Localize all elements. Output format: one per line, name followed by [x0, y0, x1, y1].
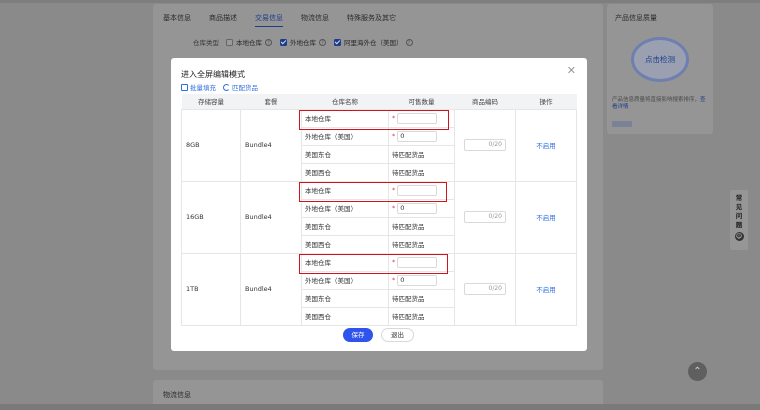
capacity-cell: 8GB: [181, 108, 241, 182]
bulk-fill-button[interactable]: 批量填充: [181, 82, 216, 92]
tab-basic-info[interactable]: 基本信息: [163, 13, 191, 27]
code-cell: 0/20: [454, 108, 516, 182]
disable-link[interactable]: 不启用: [536, 214, 556, 222]
col-action: 操作: [515, 94, 577, 110]
package-cell: Bundle4: [240, 252, 302, 326]
quantity-cell: 待匹配货品: [388, 144, 455, 164]
tab-trade-info[interactable]: 交易信息: [255, 13, 283, 27]
quantity-cell: 待匹配货品: [388, 288, 455, 308]
top-bar: [0, 0, 760, 3]
quantity-cell: 待匹配货品: [388, 234, 455, 254]
action-cell: 不启用: [515, 252, 577, 326]
quality-panel-desc: 产品信息质量将直接影响搜索排序，查看详情: [612, 97, 708, 111]
table-header-row: 存储容量 套餐 仓库名称 可售数量 商品编码 操作: [181, 94, 577, 110]
col-warehouse: 仓库名称: [301, 94, 389, 110]
close-icon[interactable]: ✕: [567, 64, 576, 77]
code-cell: 0/20: [454, 180, 516, 254]
quantity-input[interactable]: 0: [397, 274, 438, 286]
quantity-input[interactable]: 0: [397, 130, 438, 142]
detect-button[interactable]: 点击检测: [631, 37, 689, 82]
capacity-cell: 1TB: [181, 252, 241, 326]
modal-toolbar: 批量填充 匹配货品: [181, 82, 265, 92]
overseas-warehouse-checkbox[interactable]: [334, 38, 341, 46]
quantity-cell: 待匹配货品: [388, 162, 455, 182]
overseas-warehouse-label: 阿里海外仓（美国）: [344, 39, 403, 47]
faq-char: 题: [735, 221, 743, 229]
warehouse-cell: 美国西仓: [301, 306, 389, 326]
disable-link[interactable]: 不启用: [536, 142, 556, 150]
quantity-input[interactable]: 0: [397, 202, 438, 214]
action-cell: 不启用: [515, 108, 577, 182]
faq-widget[interactable]: 常 见 问 题 ☺: [730, 190, 748, 250]
product-code-input[interactable]: 0/20: [464, 139, 506, 151]
quality-badge: [612, 121, 632, 127]
required-mark: *: [392, 276, 396, 284]
highlight-box-local-16gb: [299, 182, 447, 202]
disable-link[interactable]: 不启用: [536, 286, 556, 294]
warehouse-cell: 美国东仓: [301, 144, 389, 164]
warehouse-cell: 美国西仓: [301, 162, 389, 182]
col-quantity: 可售数量: [388, 94, 455, 110]
save-button[interactable]: 保存: [343, 328, 373, 342]
refresh-icon: [223, 83, 230, 91]
logistics-section-title: 物流信息: [163, 391, 191, 399]
fullscreen-edit-modal: 进入全屏编辑模式 ✕ 批量填充 匹配货品 存储容量 套餐 仓库名称 可售数量 商…: [171, 58, 587, 351]
remote-warehouse-checkbox[interactable]: [280, 38, 287, 46]
faq-char: 问: [735, 212, 743, 220]
required-mark: *: [392, 132, 396, 140]
warehouse-cell: 美国东仓: [301, 288, 389, 308]
quality-desc-text: 产品信息质量将直接影响搜索排序，: [612, 97, 701, 103]
detect-button-label: 点击检测: [645, 55, 675, 64]
bulk-fill-label: 批量填充: [190, 84, 216, 92]
quantity-cell: 待匹配货品: [388, 216, 455, 236]
warehouse-type-label: 仓库类型: [193, 39, 219, 47]
exit-button[interactable]: 退出: [381, 328, 414, 342]
tab-special-services[interactable]: 特殊服务及其它: [347, 13, 396, 27]
modal-title: 进入全屏编辑模式: [181, 70, 245, 79]
section-tabs: 基本信息 商品描述 交易信息 物流信息 特殊服务及其它: [163, 13, 414, 27]
help-icon[interactable]: ?: [265, 38, 272, 46]
assistant-avatar-icon: ☺: [734, 232, 744, 241]
faq-char: 常: [735, 194, 743, 202]
product-code-input[interactable]: 0/20: [464, 211, 506, 223]
highlight-box-local-1tb: [299, 254, 448, 274]
col-code: 商品编码: [454, 94, 516, 110]
quantity-cell: 待匹配货品: [388, 306, 455, 326]
package-cell: Bundle4: [240, 180, 302, 254]
back-to-top-icon[interactable]: ⌃: [688, 362, 707, 381]
local-warehouse-checkbox[interactable]: [226, 38, 233, 46]
faq-char: 见: [735, 203, 743, 211]
edit-icon: [181, 83, 188, 91]
warehouse-cell: 美国西仓: [301, 234, 389, 254]
remote-warehouse-label: 外地仓库: [290, 39, 316, 47]
col-package: 套餐: [240, 94, 302, 110]
col-capacity: 存储容量: [181, 94, 241, 110]
match-goods-label: 匹配货品: [232, 84, 258, 92]
action-cell: 不启用: [515, 180, 577, 254]
bottom-bar: [0, 404, 760, 410]
tab-logistics[interactable]: 物流信息: [301, 13, 329, 27]
local-warehouse-label: 本地仓库: [236, 39, 262, 47]
code-cell: 0/20: [454, 252, 516, 326]
package-cell: Bundle4: [240, 108, 302, 182]
quality-panel-title: 产品信息质量: [615, 14, 657, 22]
match-goods-button[interactable]: 匹配货品: [223, 82, 258, 92]
warehouse-cell: 美国东仓: [301, 216, 389, 236]
highlight-box-local-8gb: [299, 110, 449, 130]
product-code-input[interactable]: 0/20: [464, 283, 506, 295]
required-mark: *: [392, 204, 396, 212]
help-icon[interactable]: ?: [319, 38, 326, 46]
tab-description[interactable]: 商品描述: [209, 13, 237, 27]
warehouse-type-row: 仓库类型 本地仓库 ? 外地仓库 ? 阿里海外仓（美国） ?: [193, 37, 421, 47]
capacity-cell: 16GB: [181, 180, 241, 254]
help-icon[interactable]: ?: [405, 38, 413, 46]
